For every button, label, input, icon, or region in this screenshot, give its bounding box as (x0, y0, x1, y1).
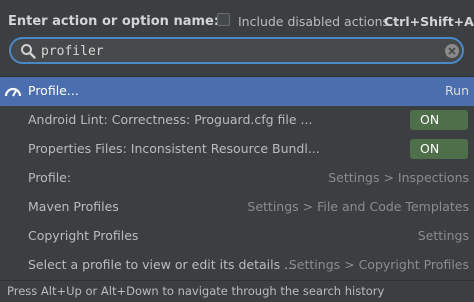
clear-icon[interactable] (444, 43, 460, 59)
list-item[interactable]: Android Lint: Correctness: Proguard.cfg … (0, 106, 474, 135)
navigation-hint: Press Alt+Up or Alt+Down to navigate thr… (7, 284, 385, 298)
gauge-icon (4, 87, 22, 97)
item-name: Android Lint: Correctness: Proguard.cfg … (28, 112, 313, 127)
item-location: Settings (417, 228, 469, 243)
dialog-header: Enter action or option name: Include dis… (0, 0, 474, 74)
toggle-label: ON (420, 112, 440, 127)
item-name: Profile... (28, 83, 79, 98)
toggle-label: ON (420, 141, 440, 156)
list-item[interactable]: Copyright Profiles Settings (0, 222, 474, 251)
search-field[interactable] (9, 37, 464, 64)
item-name: Select a profile to view or edit its det… (28, 257, 297, 272)
item-location: Settings > Inspections (328, 170, 469, 185)
list-item[interactable]: Profile: Settings > Inspections (0, 164, 474, 193)
include-disabled-checkbox[interactable] (217, 13, 230, 26)
list-item[interactable]: Select a profile to view or edit its det… (0, 251, 474, 280)
list-item[interactable]: Maven Profiles Settings > File and Code … (0, 193, 474, 222)
item-name: Copyright Profiles (28, 228, 139, 243)
prompt-label: Enter action or option name: (8, 14, 220, 29)
results-list: Profile... Run Android Lint: Correctness… (0, 76, 474, 281)
include-disabled-label[interactable]: Include disabled actions (238, 14, 389, 29)
item-location: Settings > File and Code Templates (247, 199, 469, 214)
on-toggle[interactable]: ON (410, 139, 468, 159)
on-toggle[interactable]: ON (410, 110, 468, 130)
status-footer: Press Alt+Up or Alt+Down to navigate thr… (0, 280, 474, 302)
search-input[interactable] (41, 41, 421, 61)
item-location: Run (445, 83, 469, 98)
item-name: Profile: (28, 170, 72, 185)
item-location: Settings > Copyright Profiles (288, 257, 469, 272)
list-item[interactable]: Profile... Run (0, 77, 474, 106)
shortcut-hint: Ctrl+Shift+A (384, 14, 474, 29)
item-name: Maven Profiles (28, 199, 119, 214)
search-icon[interactable] (20, 43, 36, 59)
list-item[interactable]: Properties Files: Inconsistent Resource … (0, 135, 474, 164)
item-name: Properties Files: Inconsistent Resource … (28, 141, 320, 156)
